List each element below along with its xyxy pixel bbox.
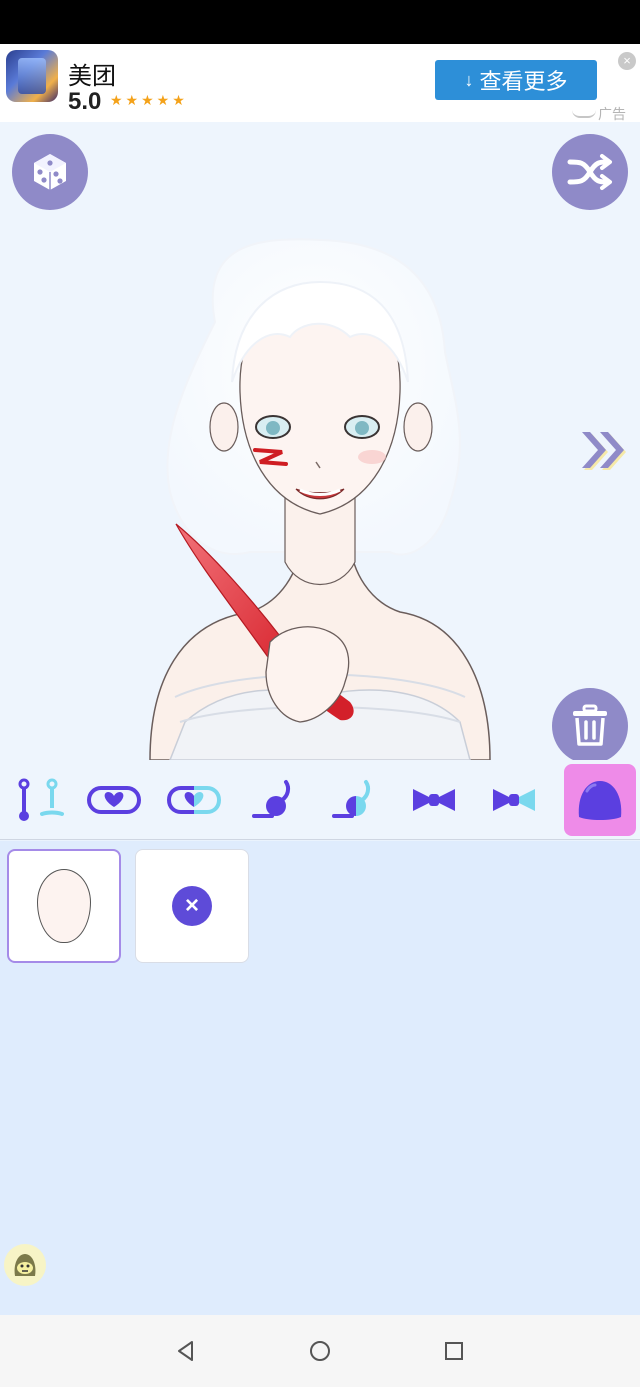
ad-tag: 广告 [598,106,626,122]
ad-wave-icon [572,110,596,118]
back-triangle-icon [178,1341,193,1361]
nav-back-button[interactable] [172,1337,200,1365]
category-toolbar [0,760,640,840]
toolbar-item-heart-band-half[interactable] [158,764,230,836]
heart-band-half-icon [166,786,222,814]
toolbar-item-heart-band[interactable] [78,764,150,836]
download-icon: ↓ [464,69,474,90]
recent-square-icon [445,1342,463,1360]
home-circle-icon [310,1341,330,1361]
character-illustration [149,238,491,760]
options-grid: × [0,841,640,1315]
left-ear [209,402,239,452]
remove-icon: × [172,886,212,926]
trash-icon [573,704,607,746]
option-none[interactable]: × [135,849,249,963]
shuffle-button[interactable] [552,134,628,210]
left-iris [266,421,280,435]
ad-rating: 5.0 [68,88,102,115]
face-shape-thumbnail [37,869,91,943]
blush-right [358,450,386,464]
system-nav-bar [0,1315,640,1387]
toolbar-item-bow[interactable] [398,764,470,836]
next-button[interactable] [578,430,632,479]
ad-button-label: 查看更多 [479,69,568,94]
option-face-shape[interactable] [7,849,121,963]
random-button[interactable] [12,134,88,210]
piercing-icon [18,778,64,821]
double-chevron-right-icon [582,432,626,470]
ad-view-more-button[interactable]: ↓ 查看更多 [435,60,597,100]
ad-close-icon[interactable]: × [618,52,636,70]
right-ear [403,402,433,452]
ad-app-name: 美团 [68,63,116,90]
delete-button[interactable] [552,688,628,760]
mascot-icon [14,1254,36,1276]
ad-banner[interactable]: 美团 5.0 ★★★★★ ↓ 查看更多 × 广告 [0,44,640,122]
right-iris [355,421,369,435]
toolbar-item-piercing[interactable] [0,764,72,836]
status-bar [0,0,640,44]
toolbar-item-bow-half[interactable] [478,764,550,836]
mascot-button[interactable] [4,1244,46,1286]
toolbar-item-face-shape[interactable] [564,764,636,836]
nav-recent-button[interactable] [440,1337,468,1365]
nav-home-button[interactable] [306,1337,334,1365]
dice-icon [34,154,66,190]
earring-half-icon [332,780,371,818]
toolbar-item-earring[interactable] [238,764,310,836]
face-shape-icon [578,781,622,820]
ad-rating-stars: ★★★★★ [110,92,188,108]
ad-app-icon[interactable] [6,50,58,102]
toolbar-item-earring-half[interactable] [318,764,390,836]
avatar-canvas [0,122,640,760]
heart-band-icon [87,786,141,814]
shuffle-icon [567,154,612,190]
earring-icon [252,780,291,818]
bow-half-icon [493,789,535,811]
bow-icon [413,789,455,811]
